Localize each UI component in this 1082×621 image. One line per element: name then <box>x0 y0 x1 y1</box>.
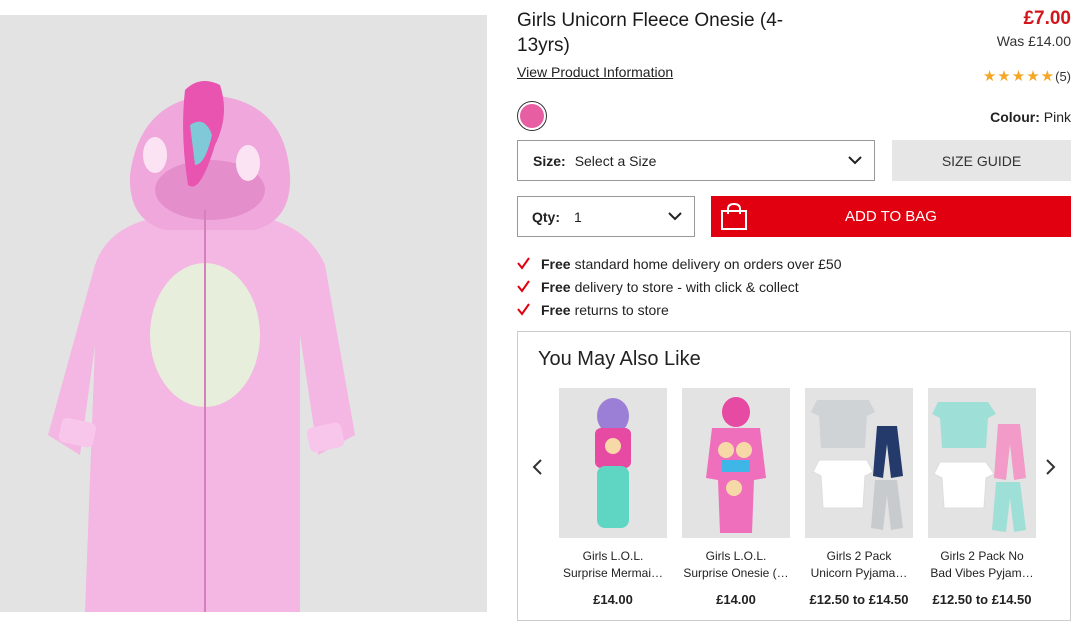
add-to-bag-button[interactable]: ADD TO BAG <box>711 196 1071 237</box>
perk-item: Free delivery to store - with click & co… <box>517 275 842 298</box>
product-image <box>595 398 631 528</box>
star-icon: ★ <box>997 68 1011 85</box>
perk-bold: Free <box>541 278 571 295</box>
add-to-bag-label: ADD TO BAG <box>845 208 937 225</box>
product-title: Girls Unicorn Fleece Onesie (4-13yrs) <box>517 10 784 56</box>
perk-bold: Free <box>541 301 571 318</box>
qty-label: Qty: <box>532 208 560 225</box>
product-image <box>932 402 1026 532</box>
product-name-line1[interactable]: Girls L.O.L. <box>559 548 667 565</box>
checkmark-icon <box>517 257 530 270</box>
sale-price: £7.00 <box>1023 8 1071 29</box>
swatch-dot <box>520 104 544 128</box>
chevron-down-icon <box>668 212 682 221</box>
unicorn-onesie-illustration <box>48 81 355 612</box>
size-label: Size: <box>533 152 566 169</box>
product-image[interactable] <box>0 15 487 612</box>
size-value: Select a Size <box>574 152 657 169</box>
perk-text: delivery to store - with click & collect <box>574 278 799 295</box>
product-thumbnail[interactable] <box>559 388 667 538</box>
checkmark-icon <box>517 280 530 293</box>
shopping-bag-icon <box>721 202 747 230</box>
perk-bold: Free <box>541 255 571 272</box>
recommendations-title: You May Also Like <box>538 348 701 370</box>
review-count: (5) <box>1055 68 1071 84</box>
product-price: £14.00 <box>593 592 633 607</box>
product-price: £14.00 <box>716 592 756 607</box>
colour-label: Colour: <box>990 109 1040 125</box>
star-icon: ★ <box>1040 68 1055 85</box>
perk-item: Free returns to store <box>517 298 842 321</box>
product-price: £12.50 to £14.50 <box>809 592 909 607</box>
product-card[interactable]: Girls L.O.L. Surprise Mermai… £14.00 <box>559 388 667 607</box>
delivery-perks: Free standard home delivery on orders ov… <box>517 252 842 321</box>
product-thumbnail[interactable] <box>928 388 1036 538</box>
perk-item: Free standard home delivery on orders ov… <box>517 252 842 275</box>
qty-value: 1 <box>574 208 582 225</box>
product-card[interactable]: Girls 2 Pack No Bad Vibes Pyjam… £12.50 … <box>928 388 1036 607</box>
product-name-line1[interactable]: Girls 2 Pack <box>805 548 913 565</box>
perk-text: standard home delivery on orders over £5… <box>574 255 842 272</box>
product-name-line2[interactable]: Bad Vibes Pyjam… <box>928 565 1036 582</box>
product-name-line2[interactable]: Surprise Onesie (… <box>682 565 790 582</box>
qty-select[interactable]: Qty: 1 <box>517 196 695 237</box>
rating[interactable]: ★ ★ ★ ★ ★ (5) <box>983 67 1071 85</box>
product-card[interactable]: Girls L.O.L. Surprise Onesie (… £14.00 <box>682 388 790 607</box>
product-name-line1[interactable]: Girls L.O.L. <box>682 548 790 565</box>
product-name-line2[interactable]: Unicorn Pyjama… <box>805 565 913 582</box>
size-select[interactable]: Size: Select a Size <box>517 140 875 181</box>
colour-swatch-pink[interactable] <box>517 101 547 131</box>
chevron-right-icon[interactable] <box>1044 457 1058 477</box>
product-card[interactable]: Girls 2 Pack Unicorn Pyjama… £12.50 to £… <box>805 388 913 607</box>
chevron-down-icon <box>848 156 862 165</box>
view-product-info-link[interactable]: View Product Information <box>517 64 673 80</box>
star-icon: ★ <box>1026 68 1040 85</box>
size-guide-button[interactable]: SIZE GUIDE <box>892 140 1071 181</box>
recommendations-panel: You May Also Like Girls L.O.L. Surprise … <box>517 331 1071 621</box>
star-icon: ★ <box>982 68 997 85</box>
product-thumbnail[interactable] <box>805 388 913 538</box>
product-image <box>811 400 903 530</box>
chevron-left-icon[interactable] <box>530 457 544 477</box>
product-thumbnail[interactable] <box>682 388 790 538</box>
product-name-line2[interactable]: Surprise Mermai… <box>559 565 667 582</box>
star-icon: ★ <box>1011 68 1026 85</box>
checkmark-icon <box>517 303 530 316</box>
product-price: £12.50 to £14.50 <box>932 592 1032 607</box>
colour-display: Colour: Pink <box>990 109 1071 125</box>
perk-text: returns to store <box>574 301 669 318</box>
product-name-line1[interactable]: Girls 2 Pack No <box>928 548 1036 565</box>
was-price: Was £14.00 <box>996 33 1071 49</box>
colour-value: Pink <box>1043 109 1071 125</box>
product-image <box>706 397 766 533</box>
